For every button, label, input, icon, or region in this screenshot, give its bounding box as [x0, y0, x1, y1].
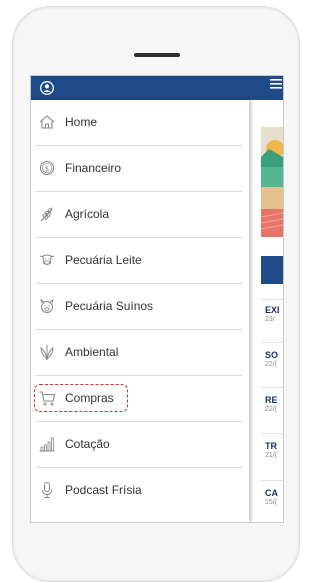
menu-item-label: Pecuária Leite	[65, 253, 142, 267]
news-item[interactable]: CA 15/(	[261, 480, 283, 507]
news-title: CA	[265, 488, 278, 498]
news-divider	[261, 387, 283, 388]
menu-item-label: Cotação	[65, 437, 110, 451]
news-date: 22/(	[265, 361, 278, 368]
menu-item-label: Agrícola	[65, 207, 110, 221]
cow-icon	[39, 254, 55, 265]
news-divider	[261, 299, 283, 300]
dollar-coin-icon: $	[39, 160, 55, 176]
main-content: EXI 23/ SO 22/( RE 22/( TR 21/( CA 15/(	[249, 100, 283, 522]
news-title: EXI	[265, 305, 280, 315]
menu-item-label: Compras	[65, 391, 114, 405]
pig-icon	[40, 298, 54, 313]
bar-chart-icon	[39, 437, 55, 452]
shopping-cart-icon	[39, 391, 56, 406]
microphone-icon	[42, 482, 52, 498]
menu-item-label: Podcast Frísia	[65, 483, 142, 497]
user-icon[interactable]	[40, 81, 54, 95]
section-header-bar	[261, 256, 283, 284]
news-date: 22/(	[265, 406, 278, 413]
news-divider	[261, 433, 283, 434]
menu-item-pecuaria-leite[interactable]: Pecuária Leite	[31, 238, 249, 284]
news-date: 15/(	[265, 499, 278, 506]
menu-item-label: Pecuária Suínos	[65, 299, 154, 313]
home-icon	[39, 115, 55, 129]
banner-illustration	[261, 127, 283, 237]
menu-item-label: Ambiental	[65, 345, 119, 359]
menu-item-pecuaria-suinos[interactable]: Pecuária Suínos	[31, 284, 249, 330]
menu-item-home[interactable]: Home	[31, 100, 249, 146]
news-title: SO	[265, 350, 279, 360]
menu-item-financeiro[interactable]: $ Financeiro	[31, 146, 249, 192]
app-header	[31, 76, 283, 100]
menu-item-ambiental[interactable]: Ambiental	[31, 330, 249, 376]
app-screen: EXI 23/ SO 22/( RE 22/( TR 21/( CA 15/(	[30, 75, 284, 523]
news-date: 21/(	[265, 452, 278, 459]
wheat-icon	[40, 207, 53, 222]
news-item[interactable]: TR 21/(	[261, 433, 283, 460]
hamburger-menu-icon[interactable]	[270, 79, 282, 89]
news-date: 23/	[265, 316, 275, 323]
phone-speaker	[134, 53, 180, 57]
menu-item-compras[interactable]: Compras	[31, 376, 249, 422]
leaves-icon	[40, 345, 54, 361]
navigation-drawer: Home $ Financeiro Agrícola Pecuária Leit…	[31, 100, 249, 522]
news-item[interactable]: EXI 23/	[261, 299, 283, 324]
menu-item-label: Financeiro	[65, 161, 122, 175]
news-title: TR	[265, 441, 277, 451]
menu-item-podcast-frisia[interactable]: Podcast Frísia	[31, 468, 249, 514]
menu-item-cotacao[interactable]: Cotação	[31, 422, 249, 468]
news-item[interactable]: RE 22/(	[261, 387, 283, 414]
menu-item-agricola[interactable]: Agrícola	[31, 192, 249, 238]
news-item[interactable]: SO 22/(	[261, 342, 283, 369]
banner-image[interactable]	[261, 127, 283, 237]
news-divider	[261, 342, 283, 343]
news-divider	[261, 480, 283, 481]
svg-text:$: $	[45, 165, 49, 173]
news-title: RE	[265, 395, 278, 405]
menu-item-label: Home	[65, 115, 98, 129]
